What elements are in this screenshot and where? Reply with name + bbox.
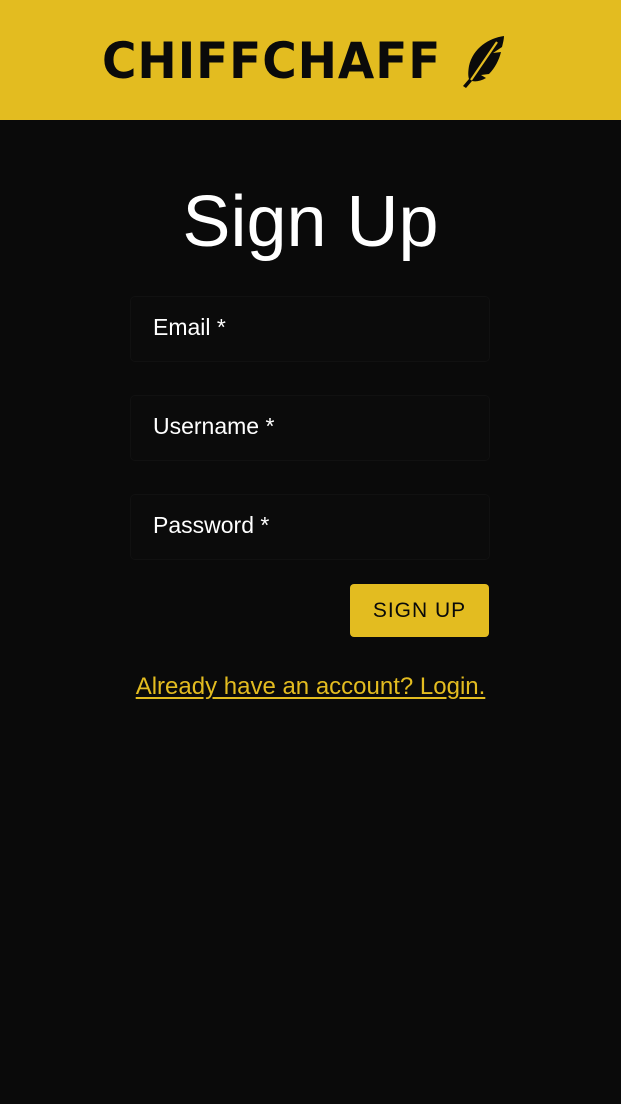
- login-link[interactable]: Already have an account? Login.: [136, 673, 486, 700]
- sign-up-button[interactable]: SIGN UP: [350, 584, 489, 637]
- brand-name: CHIFFCHAFF: [102, 32, 442, 90]
- app-header: CHIFFCHAFF: [0, 0, 621, 120]
- password-input[interactable]: [131, 495, 489, 559]
- page-title: Sign Up: [182, 182, 439, 262]
- feather-icon: [463, 36, 504, 88]
- brand-logo-link[interactable]: CHIFFCHAFF: [102, 32, 504, 90]
- email-input[interactable]: [131, 297, 489, 361]
- login-link-container: Already have an account? Login.: [0, 672, 621, 702]
- email-field[interactable]: Email *: [131, 297, 489, 361]
- password-field[interactable]: Password *: [131, 495, 489, 559]
- username-field[interactable]: Username *: [131, 396, 489, 460]
- username-input[interactable]: [131, 396, 489, 460]
